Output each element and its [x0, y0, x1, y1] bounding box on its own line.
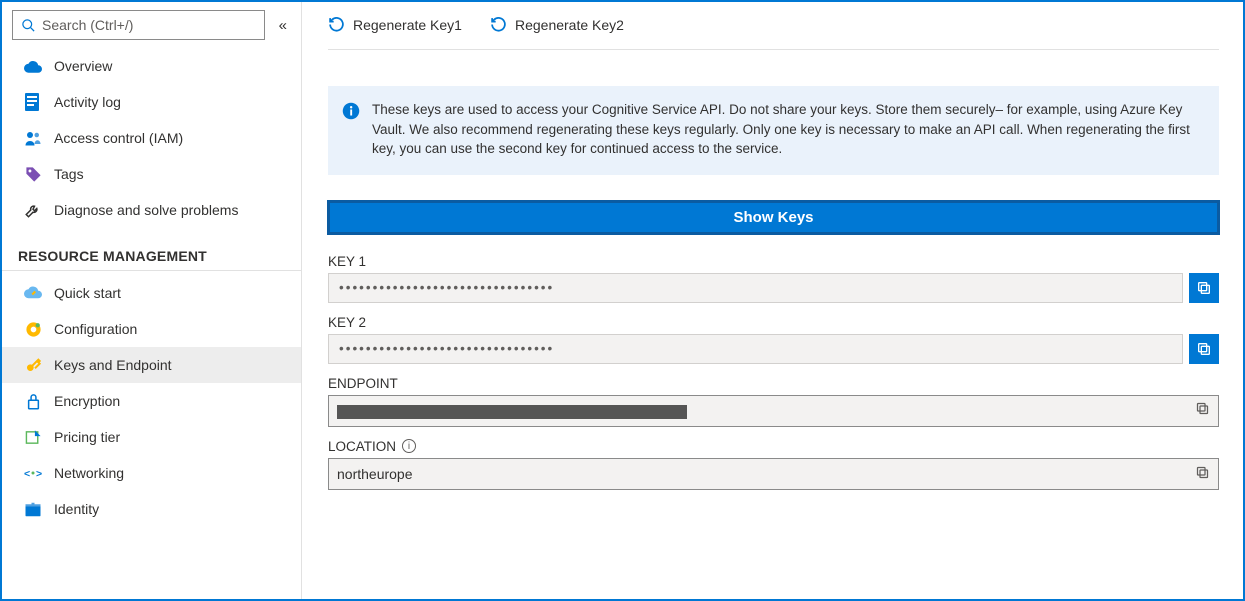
nav-label: Encryption — [54, 393, 120, 409]
sidebar-item-pricing-tier[interactable]: Pricing tier — [2, 419, 301, 455]
sidebar-item-encryption[interactable]: Encryption — [2, 383, 301, 419]
sidebar-item-networking[interactable]: <> Networking — [2, 455, 301, 491]
pricing-icon — [24, 428, 42, 446]
key2-label: KEY 2 — [328, 315, 1219, 330]
location-value: northeurope — [337, 466, 413, 482]
section-header-resource-mgmt: RESOURCE MANAGEMENT — [2, 234, 301, 271]
copy-icon — [1195, 401, 1210, 416]
collapse-sidebar-button[interactable]: « — [279, 17, 291, 34]
tag-icon — [24, 165, 42, 183]
sidebar-item-overview[interactable]: Overview — [2, 48, 301, 84]
gear-icon — [24, 320, 42, 338]
endpoint-label: ENDPOINT — [328, 376, 1219, 391]
people-icon — [24, 129, 42, 147]
info-banner: These keys are used to access your Cogni… — [328, 86, 1219, 175]
regenerate-key2-button[interactable]: Regenerate Key2 — [490, 16, 624, 33]
sidebar-item-activity-log[interactable]: Activity log — [2, 84, 301, 120]
sidebar-item-quick-start[interactable]: Quick start — [2, 275, 301, 311]
location-label-text: LOCATION — [328, 439, 396, 454]
key2-field[interactable] — [328, 334, 1183, 364]
nav-label: Keys and Endpoint — [54, 357, 172, 373]
refresh-icon — [328, 16, 345, 33]
sidebar-item-diagnose[interactable]: Diagnose and solve problems — [2, 192, 301, 228]
endpoint-field[interactable] — [328, 395, 1219, 427]
svg-text:<: < — [24, 468, 30, 479]
copy-icon — [1196, 280, 1212, 296]
toolbar: Regenerate Key1 Regenerate Key2 — [328, 2, 1219, 50]
copy-endpoint-button[interactable] — [1195, 401, 1218, 421]
svg-text:>: > — [36, 468, 42, 479]
endpoint-value-redacted — [337, 405, 687, 419]
info-icon — [342, 102, 360, 159]
location-label: LOCATION i — [328, 439, 1219, 454]
copy-icon — [1196, 341, 1212, 357]
nav-label: Overview — [54, 58, 112, 74]
log-icon — [24, 93, 42, 111]
nav-label: Tags — [54, 166, 84, 182]
regenerate-key1-button[interactable]: Regenerate Key1 — [328, 16, 462, 33]
search-input[interactable] — [42, 17, 256, 33]
copy-icon — [1195, 465, 1210, 480]
location-field[interactable]: northeurope — [328, 458, 1219, 490]
sidebar-item-keys-endpoint[interactable]: Keys and Endpoint — [2, 347, 301, 383]
search-box[interactable] — [12, 10, 265, 40]
sidebar-item-identity[interactable]: Identity — [2, 491, 301, 527]
nav-label: Access control (IAM) — [54, 130, 183, 146]
key1-field[interactable] — [328, 273, 1183, 303]
nav-label: Networking — [54, 465, 124, 481]
sidebar-item-tags[interactable]: Tags — [2, 156, 301, 192]
main-panel: Regenerate Key1 Regenerate Key2 These ke… — [302, 2, 1243, 599]
nav-label: Configuration — [54, 321, 137, 337]
sidebar-item-configuration[interactable]: Configuration — [2, 311, 301, 347]
nav-label: Activity log — [54, 94, 121, 110]
wrench-icon — [24, 201, 42, 219]
network-icon: <> — [24, 464, 42, 482]
cloud-icon — [24, 57, 42, 75]
sidebar-scroll[interactable]: Overview Activity log Access control (IA… — [2, 48, 301, 599]
key-icon — [24, 356, 42, 374]
sidebar-item-access-control[interactable]: Access control (IAM) — [2, 120, 301, 156]
info-hint-icon[interactable]: i — [402, 439, 416, 453]
copy-key1-button[interactable] — [1189, 273, 1219, 303]
search-icon — [21, 18, 36, 33]
nav-label: Pricing tier — [54, 429, 120, 445]
key1-label: KEY 1 — [328, 254, 1219, 269]
toolbar-label: Regenerate Key2 — [515, 17, 624, 33]
nav-label: Identity — [54, 501, 99, 517]
rocket-icon — [24, 284, 42, 302]
sidebar: « Overview Activity log Access control (… — [2, 2, 302, 599]
identity-icon — [24, 500, 42, 518]
lock-icon — [24, 392, 42, 410]
info-text: These keys are used to access your Cogni… — [372, 100, 1199, 159]
copy-key2-button[interactable] — [1189, 334, 1219, 364]
show-keys-button[interactable]: Show Keys — [328, 201, 1219, 234]
nav-label: Quick start — [54, 285, 121, 301]
nav-label: Diagnose and solve problems — [54, 202, 238, 218]
refresh-icon — [490, 16, 507, 33]
copy-location-button[interactable] — [1195, 465, 1210, 483]
toolbar-label: Regenerate Key1 — [353, 17, 462, 33]
